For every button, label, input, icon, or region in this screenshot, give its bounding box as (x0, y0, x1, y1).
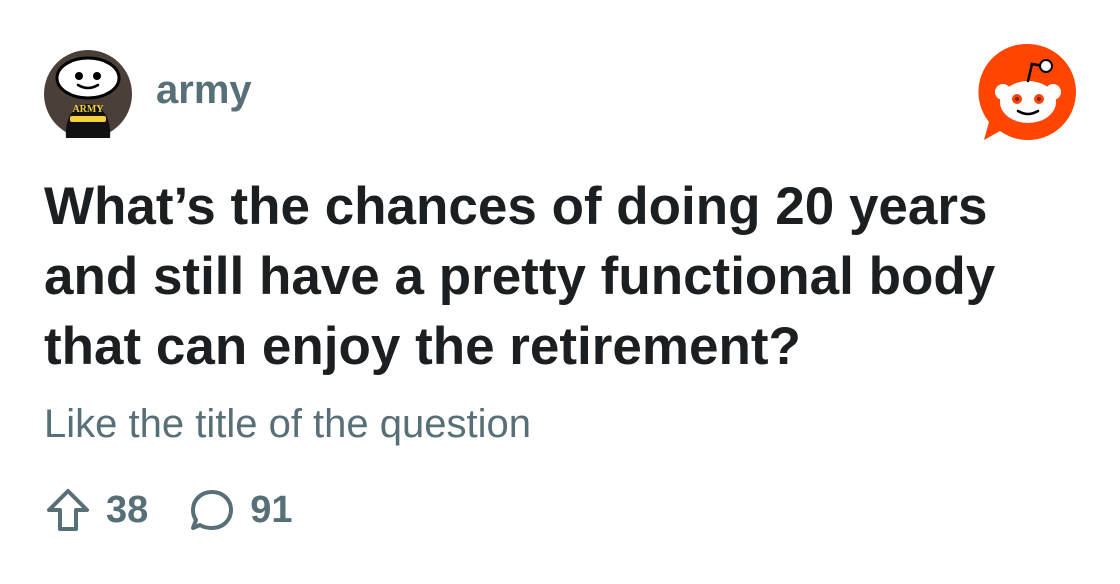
reddit-logo-icon (978, 43, 1076, 141)
comment-bubble-icon[interactable] (188, 486, 236, 534)
post-card: ARMY army What’s the chances of doing 20… (0, 0, 1120, 584)
snoo-army-avatar-icon[interactable]: ARMY (44, 50, 132, 138)
community-name[interactable]: army (156, 70, 252, 110)
upvote-arrow-icon[interactable] (44, 486, 92, 534)
post-stats: 38 91 (44, 484, 293, 536)
post-body: Like the title of the question (44, 402, 531, 446)
upvote-count: 38 (106, 489, 149, 531)
svg-text:ARMY: ARMY (72, 104, 104, 115)
comment-stat[interactable]: 91 (188, 486, 293, 534)
upvote-stat[interactable]: 38 (44, 486, 148, 534)
post-header: ARMY army (44, 50, 252, 138)
comment-count: 91 (250, 489, 293, 531)
post-title[interactable]: What’s the chances of doing 20 years and… (44, 172, 1084, 382)
